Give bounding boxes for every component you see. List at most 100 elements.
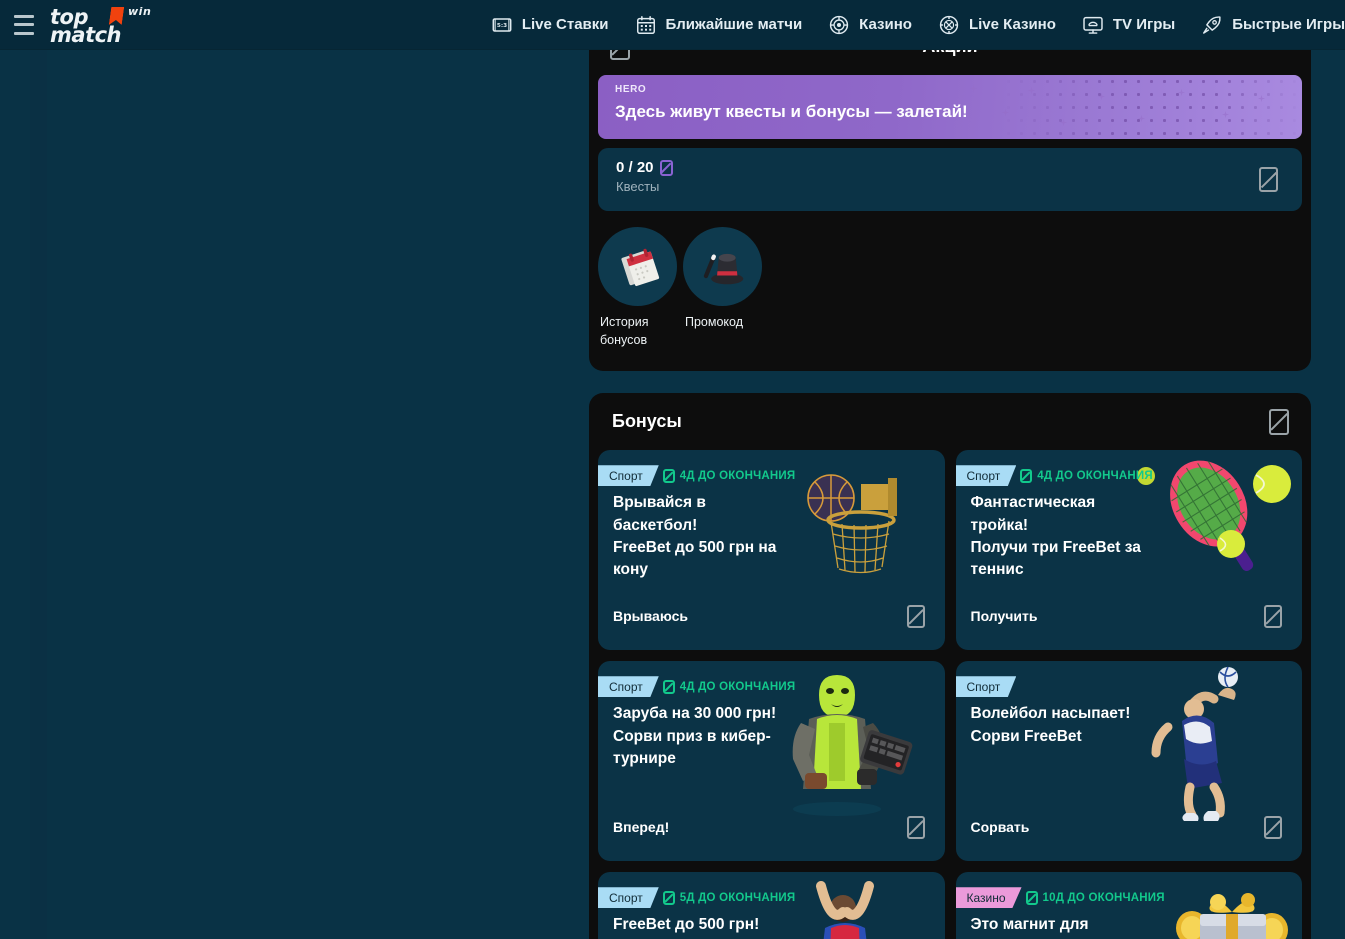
broken-image-icon[interactable] [1259,167,1278,192]
broken-image-icon [663,891,675,905]
hamburger-line [14,15,34,18]
nav-item-tv-games[interactable]: TV Игры [1082,14,1175,36]
nav-item-live-bets[interactable]: 5:3 Live Ставки [491,14,609,36]
bonus-cards-grid: Спорт 4Д ДО ОКОНЧАНИЯ Врывайся в баскетб… [589,450,1311,939]
shortcut-bonus-history[interactable]: История бонусов [598,227,677,349]
card-tags: Спорт [956,676,1021,697]
hero-halftone-pattern [1002,75,1302,139]
bonus-card[interactable]: Спорт 5Д ДО ОКОНЧАНИЯ FreeBet до 500 грн… [598,872,945,939]
hamburger-line [14,23,34,26]
bonuses-title: Бонусы [612,411,682,432]
card-timer: 4Д ДО ОКОНЧАНИЯ [663,469,796,483]
card-tags: Спорт 4Д ДО ОКОНЧАНИЯ [956,465,1153,486]
nav-item-casino[interactable]: Казино [828,14,912,36]
hero-title: Здесь живут квесты и бонусы — залетай! [615,102,968,122]
card-tags: Спорт 4Д ДО ОКОНЧАНИЯ [598,465,795,486]
live-bets-icon: 5:3 [491,14,513,36]
bonus-card[interactable]: Спорт 4Д ДО ОКОНЧАНИЯ Заруба на 30 000 г… [598,661,945,861]
broken-image-icon[interactable] [907,605,925,628]
bonus-card[interactable]: Спорт 4Д ДО ОКОНЧАНИЯ Фантастическая тро… [956,450,1303,650]
live-casino-icon [938,14,960,36]
card-timer: 4Д ДО ОКОНЧАНИЯ [663,680,796,694]
hero-banner[interactable]: HERO Здесь живут квесты и бонусы — залет… [598,75,1302,139]
broken-image-icon[interactable] [1264,816,1282,839]
brand-sup: win [128,5,151,18]
broken-image-icon [663,680,675,694]
bonus-history-icon [598,227,677,306]
promocode-hat-icon [683,227,762,306]
card-category-badge: Спорт [598,887,659,908]
card-title: Волейбол насыпает! Сорви FreeBet [971,703,1183,748]
promo-shortcuts: История бонусов Промокод [589,211,1311,371]
card-cta[interactable]: Сорвать [971,819,1030,835]
calendar-icon [635,14,657,36]
main-nav: 5:3 Live Ставки Ближайшие матчи Казино [491,14,1345,36]
card-cta[interactable]: Получить [971,608,1038,624]
nav-label: Быстрые Игры [1232,16,1345,33]
bonuses-panel-header: Бонусы [589,393,1311,450]
hamburger-line [14,32,34,35]
bonus-card[interactable]: Спорт 4Д ДО ОКОНЧАНИЯ Врывайся в баскетб… [598,450,945,650]
card-timer: 10Д ДО ОКОНЧАНИЯ [1026,891,1165,905]
card-cta[interactable]: Вперед! [613,819,669,835]
card-cta[interactable]: Врываюсь [613,608,688,624]
promotions-panel: Акции HERO Здесь живут квесты и бонусы —… [589,18,1311,371]
shortcut-promocode[interactable]: Промокод [683,227,762,349]
nav-label: Live Казино [969,16,1056,33]
hero-kicker: HERO [615,84,646,95]
quests-progress: 0 / 20 [616,159,673,176]
casino-chip-icon [828,14,850,36]
card-timer-text: 4Д ДО ОКОНЧАНИЯ [680,681,796,693]
hamburger-menu-icon[interactable] [14,15,34,35]
card-title: FreeBet до 500 грн! [613,914,825,936]
bonuses-panel: Бонусы [589,393,1311,939]
broken-image-icon[interactable] [1264,605,1282,628]
center-column: Акции HERO Здесь живут квесты и бонусы —… [589,18,1311,939]
bonus-card[interactable]: Спорт Волейбол насыпает! Сорви FreeBet С… [956,661,1303,861]
broken-image-icon[interactable] [907,816,925,839]
tv-games-icon [1082,14,1104,36]
quests-progress-card[interactable]: 0 / 20 Квесты [598,148,1302,211]
card-tags: Спорт 5Д ДО ОКОНЧАНИЯ [598,887,795,908]
brand-logo[interactable]: top win match [50,5,141,45]
bonus-card[interactable]: Казино 10Д ДО ОКОНЧАНИЯ Это магнит для [956,872,1303,939]
card-timer-text: 5Д ДО ОКОНЧАНИЯ [680,892,796,904]
quests-label: Квесты [616,179,659,194]
card-category-badge: Казино [956,887,1022,908]
rocket-icon [1201,14,1223,36]
card-timer: 4Д ДО ОКОНЧАНИЯ [1020,469,1153,483]
broken-image-icon [1026,891,1038,905]
nav-item-fast-games[interactable]: Быстрые Игры [1201,14,1345,36]
card-timer-text: 4Д ДО ОКОНЧАНИЯ [1037,470,1153,482]
card-title: Фантастическая тройка! Получи три FreeBe… [971,492,1183,581]
nav-item-live-casino[interactable]: Live Казино [938,14,1056,36]
nav-label: Live Ставки [522,16,609,33]
broken-image-icon [660,160,673,176]
quests-progress-value: 0 / 20 [616,159,654,176]
card-category-badge: Спорт [598,676,659,697]
nav-item-upcoming-matches[interactable]: Ближайшие матчи [635,14,803,36]
nav-label: Ближайшие матчи [666,16,803,33]
card-timer-text: 10Д ДО ОКОНЧАНИЯ [1043,892,1165,904]
broken-image-icon[interactable] [1269,409,1289,435]
page-root: top win match 5:3 Live Ставки Ближайшие … [0,0,1345,939]
left-rail [30,50,47,939]
card-category-badge: Спорт [956,465,1017,486]
broken-image-icon [663,469,675,483]
card-tags: Казино 10Д ДО ОКОНЧАНИЯ [956,887,1165,908]
card-timer-text: 4Д ДО ОКОНЧАНИЯ [680,470,796,482]
card-title: Врывайся в баскетбол! FreeBet до 500 грн… [613,492,825,581]
top-navigation-bar: top win match 5:3 Live Ставки Ближайшие … [0,0,1345,50]
card-timer: 5Д ДО ОКОНЧАНИЯ [663,891,796,905]
card-category-badge: Спорт [598,465,659,486]
card-category-badge: Спорт [956,676,1017,697]
svg-text:5:3: 5:3 [497,23,507,29]
card-title: Заруба на 30 000 грн! Сорви приз в кибер… [613,703,825,770]
shortcut-label: Промокод [683,313,762,331]
card-tags: Спорт 4Д ДО ОКОНЧАНИЯ [598,676,795,697]
nav-label: TV Игры [1113,16,1175,33]
brand-flag-icon [109,7,125,25]
shortcut-label: История бонусов [598,313,677,349]
card-title: Это магнит для [971,914,1183,936]
broken-image-icon [1020,469,1032,483]
